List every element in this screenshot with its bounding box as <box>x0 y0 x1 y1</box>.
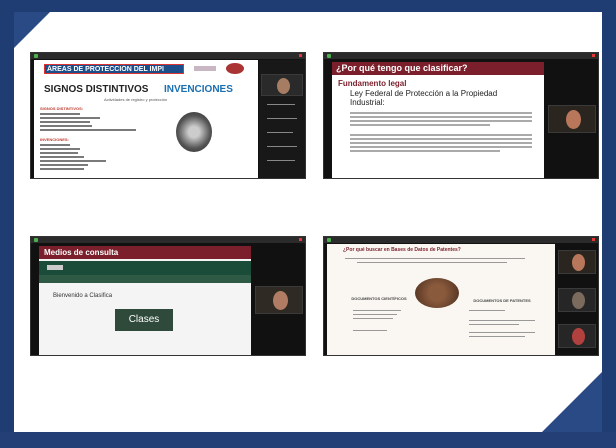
text-line <box>469 336 525 337</box>
video-tile <box>548 105 596 133</box>
law-title: Ley Federal de Protección a la Propiedad… <box>350 89 498 107</box>
impi-logo <box>194 66 216 71</box>
text-line <box>40 117 100 119</box>
video-tile <box>255 286 303 314</box>
slide-subtitle: Actividades de registro y protección <box>104 97 168 102</box>
participant-avatar <box>566 110 581 129</box>
text-line <box>353 318 393 319</box>
text-line <box>353 330 387 331</box>
text-line <box>350 120 532 122</box>
bottom-band <box>0 432 616 448</box>
participant-name <box>267 146 297 147</box>
text-line <box>40 152 78 154</box>
list1-title: SIGNOS DISTINTIVOS: <box>40 106 84 111</box>
window-titlebar <box>324 237 598 243</box>
greeting: Bienvenido a Clasifica <box>53 293 113 299</box>
text-line <box>40 148 80 150</box>
text-line <box>350 112 532 114</box>
text-line <box>40 156 84 158</box>
shared-slide: ¿Por qué buscar en Bases de Datos de Pat… <box>327 244 555 355</box>
text-line <box>469 324 519 325</box>
video-tile <box>558 250 596 274</box>
corner-triangle-bottom-right <box>542 372 602 432</box>
text-line <box>350 142 532 144</box>
participants-panel <box>259 60 305 178</box>
text-line <box>40 113 80 115</box>
book-image <box>415 278 459 308</box>
participants-panel <box>546 60 598 178</box>
slide-subheader: Fundamento legal <box>338 79 407 88</box>
participant-avatar <box>277 78 290 94</box>
participant-avatar <box>572 292 585 309</box>
site-subnav <box>39 275 251 283</box>
page: ÁREAS DE PROTECCIÓN DEL IMPI SIGNOS DIST… <box>0 0 616 448</box>
slide-header-text: ¿Por qué buscar en Bases de Datos de Pat… <box>343 247 461 253</box>
window-titlebar <box>31 237 305 243</box>
participants-panel <box>556 244 598 355</box>
shared-slide: Medios de consulta Bienvenido a Clasific… <box>39 246 251 355</box>
text-line <box>350 134 532 136</box>
participant-avatar <box>572 328 585 345</box>
screenshot-2: ¿Por qué tengo que clasificar? Fundament… <box>323 52 599 179</box>
slide-header-text: Medios de consulta <box>44 248 119 257</box>
text-line <box>40 164 88 166</box>
video-tile <box>261 74 303 96</box>
text-line <box>350 150 500 152</box>
text-line <box>350 116 532 118</box>
right-label: DOCUMENTOS DE PATENTES <box>473 298 531 303</box>
slide-title-left: SIGNOS DISTINTIVOS <box>44 84 149 95</box>
slide-header: Medios de consulta <box>39 246 251 259</box>
text-line <box>469 320 535 321</box>
text-line <box>40 121 90 123</box>
video-tile <box>558 288 596 312</box>
text-line <box>40 129 136 131</box>
participant-name <box>267 118 297 119</box>
screenshot-1: ÁREAS DE PROTECCIÓN DEL IMPI SIGNOS DIST… <box>30 52 306 179</box>
text-line <box>350 124 490 126</box>
slide-header: ¿Por qué tengo que clasificar? <box>332 62 544 75</box>
text-line <box>353 310 401 311</box>
window-titlebar <box>31 53 305 59</box>
shared-slide: ÁREAS DE PROTECCIÓN DEL IMPI SIGNOS DIST… <box>34 60 258 178</box>
participants-panel <box>253 244 305 355</box>
brain-icon <box>176 112 212 152</box>
list2-title: INVENCIONES: <box>40 137 69 142</box>
text-line <box>357 262 507 263</box>
participant-avatar <box>273 291 288 310</box>
text-line <box>469 332 535 333</box>
screenshot-3: Medios de consulta Bienvenido a Clasific… <box>30 236 306 356</box>
slide-header: ÁREAS DE PROTECCIÓN DEL IMPI <box>44 64 184 74</box>
screenshot-4: ¿Por qué buscar en Bases de Datos de Pat… <box>323 236 599 356</box>
clases-button[interactable]: Clases <box>115 309 173 331</box>
text-line <box>40 160 106 162</box>
text-line <box>350 146 532 148</box>
participant-name <box>267 160 295 161</box>
video-tile <box>558 324 596 348</box>
text-line <box>469 310 505 311</box>
text-line <box>353 314 397 315</box>
left-label: DOCUMENTOS CIENTÍFICOS <box>351 296 407 301</box>
participant-name <box>267 132 293 133</box>
text-line <box>345 258 525 259</box>
text-line <box>40 144 70 146</box>
participant-name <box>267 104 295 105</box>
seal-icon <box>226 63 244 74</box>
slide-title-right: INVENCIONES <box>164 84 233 95</box>
text-line <box>350 138 532 140</box>
gov-logo <box>47 265 63 270</box>
shared-slide: ¿Por qué tengo que clasificar? Fundament… <box>332 62 544 178</box>
slide-header-text: ¿Por qué tengo que clasificar? <box>336 63 468 73</box>
corner-triangle-top-left <box>14 12 50 48</box>
text-line <box>40 125 92 127</box>
text-line <box>40 168 84 170</box>
site-nav <box>39 261 251 275</box>
participant-avatar <box>572 254 585 271</box>
window-titlebar <box>324 53 598 59</box>
